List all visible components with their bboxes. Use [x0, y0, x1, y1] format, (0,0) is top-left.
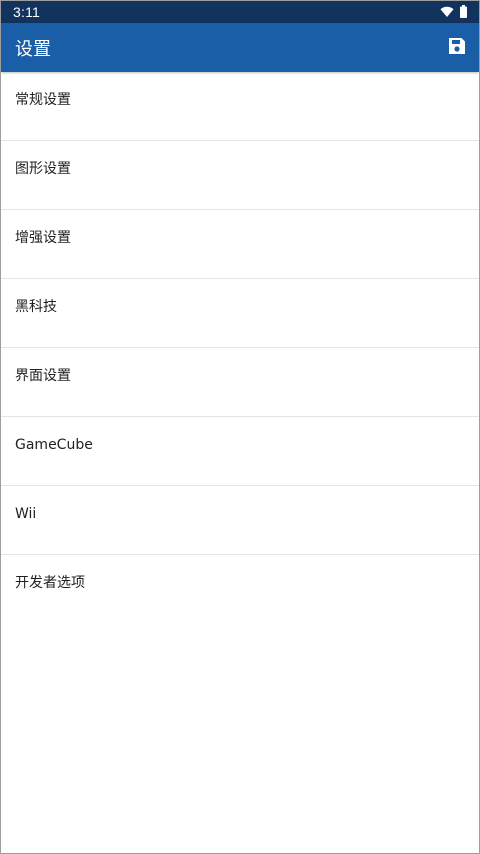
settings-list: 常规设置 图形设置 增强设置 黑科技 界面设置 GameCube Wii 开发者… [1, 72, 479, 624]
battery-icon [460, 3, 467, 22]
page-title: 设置 [15, 38, 51, 60]
settings-item-general[interactable]: 常规设置 [1, 72, 479, 141]
wifi-icon [440, 3, 454, 22]
settings-item-interface[interactable]: 界面设置 [1, 348, 479, 417]
settings-item-hacks[interactable]: 黑科技 [1, 279, 479, 348]
app-bar: 设置 [1, 23, 479, 72]
settings-item-enhancements[interactable]: 增强设置 [1, 210, 479, 279]
settings-item-label: 开发者选项 [15, 575, 85, 591]
settings-item-label: 黑科技 [15, 299, 57, 315]
settings-item-label: GameCube [15, 437, 93, 453]
status-time: 3:11 [13, 4, 41, 20]
settings-item-label: 界面设置 [15, 368, 71, 384]
settings-item-label: 图形设置 [15, 161, 71, 177]
settings-item-label: Wii [15, 506, 37, 522]
settings-item-wii[interactable]: Wii [1, 486, 479, 555]
settings-item-developer[interactable]: 开发者选项 [1, 555, 479, 624]
screen: 3:11 设置 常规设置 图形设置 增强设置 黑科技 界面设置 GameCube… [0, 0, 480, 854]
settings-item-label: 常规设置 [15, 92, 71, 108]
settings-item-graphics[interactable]: 图形设置 [1, 141, 479, 210]
settings-item-label: 增强设置 [15, 230, 71, 246]
status-bar: 3:11 [1, 1, 479, 23]
save-button[interactable] [445, 36, 469, 60]
save-icon [448, 37, 466, 59]
status-icons [440, 3, 467, 22]
settings-item-gamecube[interactable]: GameCube [1, 417, 479, 486]
